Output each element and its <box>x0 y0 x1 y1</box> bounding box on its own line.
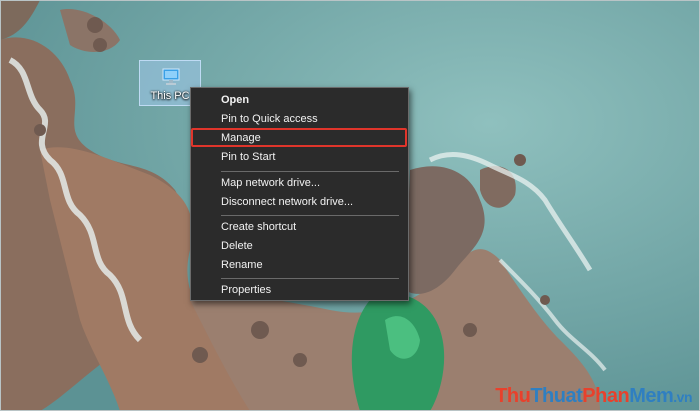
menu-item-open[interactable]: Open <box>191 91 408 110</box>
menu-item-create-shortcut[interactable]: Create shortcut <box>191 218 408 237</box>
menu-separator <box>221 215 399 216</box>
watermark-part: Mem <box>629 385 674 407</box>
watermark-part: Phan <box>582 385 630 407</box>
menu-item-delete[interactable]: Delete <box>191 237 408 256</box>
menu-separator <box>221 278 399 279</box>
computer-icon <box>162 68 180 85</box>
menu-item-rename[interactable]: Rename <box>191 256 408 275</box>
watermark-part: .vn <box>673 389 692 405</box>
context-menu: Open Pin to Quick access Manage Pin to S… <box>190 87 409 301</box>
menu-item-pin-to-start[interactable]: Pin to Start <box>191 148 408 167</box>
watermark-part: Thuat <box>530 385 583 407</box>
manage-highlight-box <box>191 128 407 147</box>
menu-item-properties[interactable]: Properties <box>191 281 408 300</box>
menu-item-pin-to-quick-access[interactable]: Pin to Quick access <box>191 110 408 129</box>
menu-item-disconnect-network-drive[interactable]: Disconnect network drive... <box>191 193 408 212</box>
menu-separator <box>221 171 399 172</box>
desktop-wallpaper: This PC Open Pin to Quick access Manage … <box>0 0 700 411</box>
watermark-logo: ThuThuatPhanMem.vn <box>495 385 692 408</box>
watermark-part: Thu <box>495 385 531 407</box>
menu-item-map-network-drive[interactable]: Map network drive... <box>191 174 408 193</box>
